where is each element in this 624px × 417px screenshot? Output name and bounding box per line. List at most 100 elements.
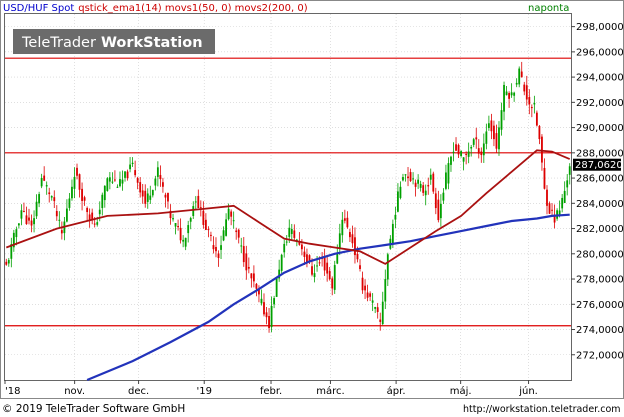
candle-body xyxy=(240,245,243,247)
y-tick-label: 298,0000 xyxy=(576,22,624,33)
candle-body xyxy=(199,207,202,209)
candle-body xyxy=(146,193,149,202)
source-url[interactable]: http://workstation.teletrader.com xyxy=(463,404,621,415)
candle-body xyxy=(399,186,402,198)
candle-body xyxy=(65,208,68,222)
candle-body xyxy=(338,233,341,249)
candle-body xyxy=(263,302,265,315)
candle-body xyxy=(280,254,283,271)
candle-body xyxy=(341,219,344,236)
candle-body xyxy=(222,230,225,241)
candle-body xyxy=(101,194,104,209)
candle-body xyxy=(162,182,164,187)
candle-body xyxy=(20,210,23,219)
candle-body xyxy=(548,203,551,214)
candle-body xyxy=(285,241,288,243)
watermark-text: TeleTrader WorkStation xyxy=(21,35,203,51)
candle-body xyxy=(475,137,478,140)
candle-body xyxy=(323,256,326,271)
candle-body xyxy=(394,214,397,220)
candle-body xyxy=(482,143,485,156)
x-tick-label: '19 xyxy=(196,386,211,397)
candle-body xyxy=(220,245,222,250)
candle-body xyxy=(429,174,432,180)
copyright-text: © 2019 TeleTrader Software GmbH xyxy=(2,403,185,415)
candle-body xyxy=(60,230,63,234)
candle-body xyxy=(217,253,220,259)
candle-body xyxy=(409,172,412,181)
candle-body xyxy=(129,164,131,170)
candle-body xyxy=(535,112,538,126)
candle-body xyxy=(121,179,124,184)
candle-body xyxy=(364,285,366,291)
candle-body xyxy=(450,156,452,165)
candle-body xyxy=(477,148,480,154)
candle-body xyxy=(480,151,483,156)
candle-body xyxy=(561,197,564,209)
candle-body xyxy=(530,107,533,109)
candle-body xyxy=(381,301,384,325)
candle-body xyxy=(523,84,526,92)
candle-body xyxy=(230,211,233,217)
candle-body xyxy=(58,219,61,221)
candle-body xyxy=(28,217,30,221)
candle-body xyxy=(419,183,422,188)
candle-body xyxy=(215,246,217,252)
candle-body xyxy=(498,127,500,150)
x-tick-label: febr. xyxy=(260,386,282,397)
candle-body xyxy=(510,92,513,96)
candle-body xyxy=(227,208,230,220)
candle-body xyxy=(149,195,152,200)
candle-body xyxy=(207,229,210,231)
candle-body xyxy=(503,84,505,112)
candle-body xyxy=(98,209,101,215)
candle-body xyxy=(369,293,372,297)
candle-body xyxy=(467,151,470,157)
candle-body xyxy=(164,194,167,198)
y-tick-label: 274,0000 xyxy=(576,325,624,336)
candle-body xyxy=(174,222,177,227)
candle-body xyxy=(508,93,511,99)
candle-body xyxy=(172,218,174,220)
y-tick-label: 282,0000 xyxy=(576,224,624,235)
candle-body xyxy=(126,171,129,179)
candle-body xyxy=(204,219,207,230)
x-tick-label: dec. xyxy=(128,386,149,397)
instrument-name: USD/HUF Spot xyxy=(3,3,74,14)
candle-body xyxy=(124,171,126,178)
y-tick-label: 280,0000 xyxy=(576,249,624,260)
candle-body xyxy=(351,234,354,244)
y-tick-label: 284,0000 xyxy=(576,199,624,210)
candle-body xyxy=(7,260,10,264)
candle-body xyxy=(505,91,508,96)
candle-body xyxy=(445,172,447,189)
candle-body xyxy=(568,166,571,175)
candle-body xyxy=(538,126,541,140)
candle-body xyxy=(487,123,490,129)
candle-body xyxy=(414,182,417,187)
candle-body xyxy=(167,193,169,202)
candle-body xyxy=(250,273,253,279)
candle-body xyxy=(202,210,205,225)
chart-header: USD/HUF Spot qstick_ema1(14) movs1(50, 0)… xyxy=(3,3,308,14)
candle-body xyxy=(515,82,518,85)
candle-body xyxy=(273,298,276,305)
candle-body xyxy=(237,229,240,238)
candle-body xyxy=(361,277,364,291)
price-chart[interactable]: 272,0000 274,0000 276,0000 278,0000 280,0000… xyxy=(0,0,624,417)
candle-body xyxy=(313,273,316,278)
x-tick-label: '18 xyxy=(5,386,20,397)
candle-body xyxy=(391,223,394,245)
candle-body xyxy=(232,220,235,222)
candle-body xyxy=(402,177,404,181)
source-link[interactable]: http://workstation.teletrader.com xyxy=(463,404,621,415)
candle-body xyxy=(422,185,425,193)
candle-body xyxy=(306,254,308,263)
candle-body xyxy=(43,175,46,181)
candle-body xyxy=(35,201,38,217)
candle-body xyxy=(15,229,18,238)
candle-body xyxy=(225,219,228,236)
candle-body xyxy=(265,312,268,318)
candle-body xyxy=(359,265,361,269)
y-tick-label: 296,0000 xyxy=(576,47,624,58)
